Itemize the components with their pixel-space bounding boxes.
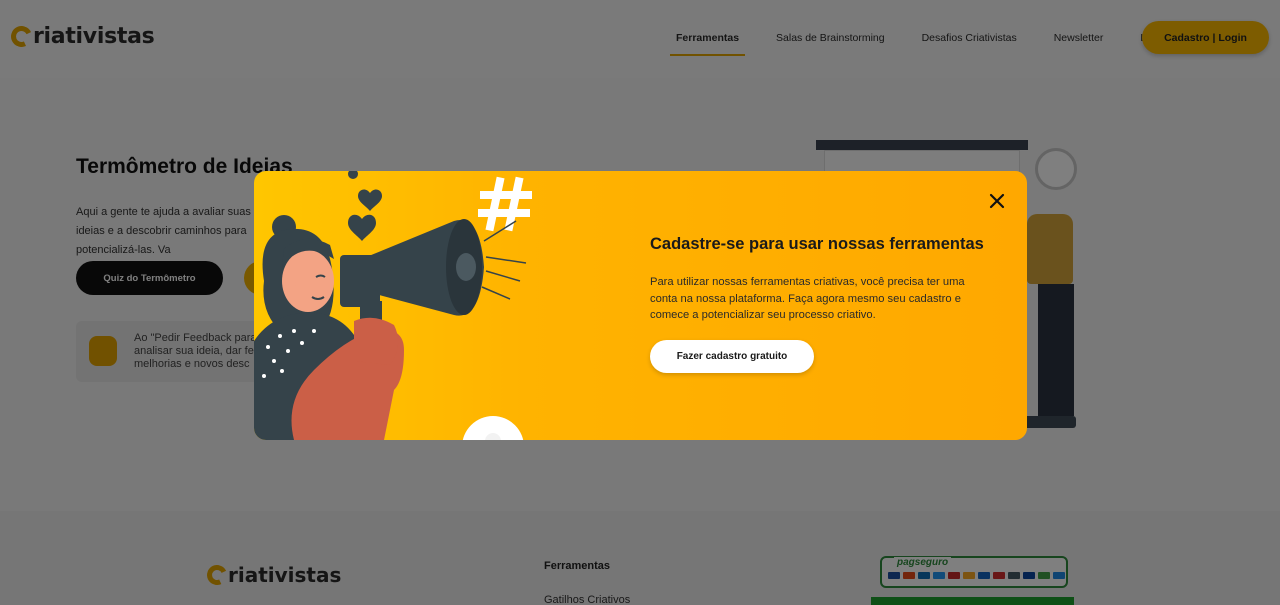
modal-title: Cadastre-se para usar nossas ferramentas (650, 235, 984, 253)
signup-modal: Cadastre-se para usar nossas ferramentas… (254, 171, 1027, 440)
megaphone-illustration (254, 171, 532, 440)
close-icon (989, 193, 1005, 209)
close-button[interactable] (985, 189, 1009, 213)
modal-description: Para utilizar nossas ferramentas criativ… (650, 276, 965, 321)
signup-button[interactable]: Fazer cadastro gratuito (650, 340, 814, 373)
